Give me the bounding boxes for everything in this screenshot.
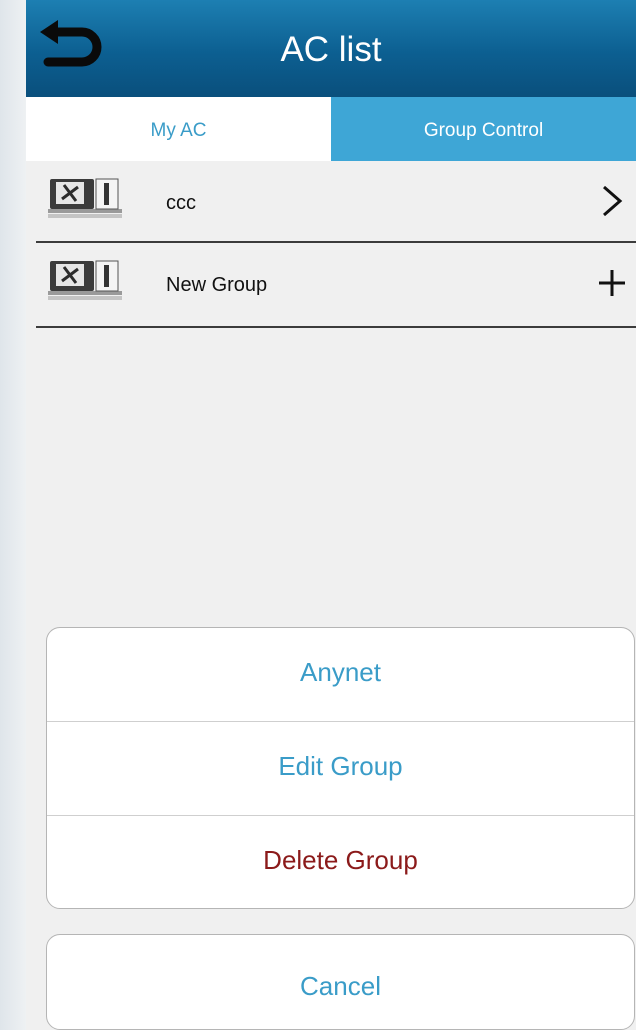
group-list: ccc New Group [26,161,636,328]
list-item-label: New Group [166,274,268,296]
app-screen: AC list My AC Group Control ccc New Grou… [26,0,636,1030]
background-strip [0,0,26,1030]
chevron-right-icon[interactable] [594,183,630,219]
back-arrow-icon [40,20,102,67]
page-title: AC list [280,30,382,69]
header-bar: AC list [26,0,636,97]
air-conditioner-icon [48,178,122,218]
list-item-ccc[interactable]: ccc [36,161,636,243]
cancel-button[interactable]: Cancel [46,934,635,1030]
anynet-option[interactable]: Anynet [47,628,634,722]
list-item-label: ccc [166,192,196,214]
edit-group-option[interactable]: Edit Group [47,722,634,816]
plus-icon[interactable] [594,265,630,301]
tab-bar: My AC Group Control [26,97,636,161]
tab-group-control[interactable]: Group Control [331,97,636,161]
air-conditioner-icon [48,260,122,300]
list-item-new-group[interactable]: New Group [36,243,636,328]
tab-my-ac[interactable]: My AC [26,97,331,161]
action-sheet: Anynet Edit Group Delete Group [46,627,635,909]
delete-group-option[interactable]: Delete Group [47,816,634,908]
back-button[interactable] [32,18,102,78]
